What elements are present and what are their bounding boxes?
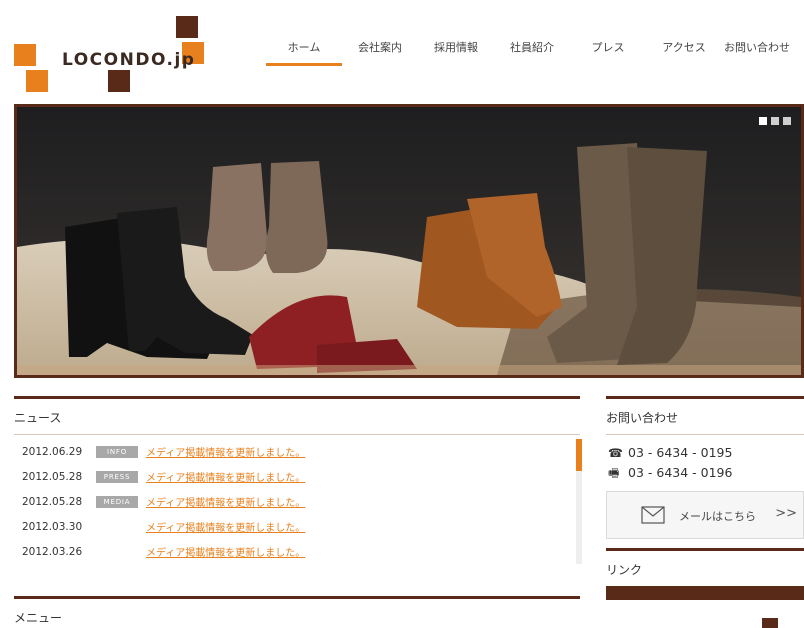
contact-section: お問い合わせ ☎ 03 - 6434 - 0195 🖷 03 - 6434 - … — [606, 396, 804, 539]
logo-square — [26, 70, 48, 92]
nav-item-home[interactable]: ホーム — [266, 38, 342, 68]
fax-line: 🖷 03 - 6434 - 0196 — [606, 463, 804, 483]
news-date: 2012.03.26 — [22, 545, 83, 558]
site-logo[interactable]: LOCONDO.jp — [14, 14, 214, 96]
menu-title: メニュー — [14, 611, 63, 625]
news-date: 2012.05.28 — [22, 470, 83, 483]
fax-number: 03 - 6434 - 0196 — [628, 465, 733, 480]
news-item: 2012.03.30 メディア掲載情報を更新しました。 — [14, 514, 574, 539]
news-link[interactable]: メディア掲載情報を更新しました。 — [146, 444, 305, 459]
news-date: 2012.03.30 — [22, 520, 83, 533]
news-item: 2012.03.26 メディア掲載情報を更新しました。 — [14, 539, 574, 564]
scroll-thumb[interactable] — [576, 439, 582, 471]
logo-text: LOCONDO.jp — [62, 50, 196, 70]
link-banner[interactable] — [606, 586, 804, 628]
news-date: 2012.06.29 — [22, 445, 83, 458]
phone-line: ☎ 03 - 6434 - 0195 — [606, 443, 804, 463]
nav-item-staff[interactable]: 社員紹介 — [494, 38, 570, 68]
header: LOCONDO.jp ホーム 会社案内 採用情報 社員紹介 プレス アクセス お… — [0, 0, 804, 100]
nav-item-access[interactable]: アクセス — [646, 38, 722, 68]
mail-icon — [641, 506, 665, 524]
phone-number: 03 - 6434 - 0195 — [628, 445, 733, 460]
news-title: ニュース — [14, 399, 580, 435]
news-item: 2012.05.28 PRESS メディア掲載情報を更新しました。 — [14, 464, 574, 489]
news-badge — [96, 546, 138, 558]
contact-title: お問い合わせ — [606, 399, 804, 435]
news-section: ニュース 2012.06.29 INFO メディア掲載情報を更新しました。 20… — [14, 396, 582, 567]
news-item: 2012.06.29 INFO メディア掲載情報を更新しました。 — [14, 439, 574, 464]
fax-icon: 🖷 — [608, 466, 620, 480]
news-date: 2012.05.28 — [22, 495, 83, 508]
banner-square — [762, 618, 778, 628]
slider-dots — [759, 117, 791, 125]
links-title: リンク — [606, 551, 804, 587]
nav-item-recruit[interactable]: 採用情報 — [418, 38, 494, 68]
slider-dot[interactable] — [759, 117, 767, 125]
news-badge — [96, 521, 138, 533]
menu-section: メニュー — [14, 596, 580, 628]
news-item: 2012.05.28 MEDIA メディア掲載情報を更新しました。 — [14, 489, 574, 514]
logo-square — [108, 70, 130, 92]
logo-square — [14, 44, 36, 66]
sidebar: お問い合わせ ☎ 03 - 6434 - 0195 🖷 03 - 6434 - … — [606, 396, 804, 628]
mail-label: メールはこちら — [679, 510, 756, 523]
chevron-right-icon: >> — [775, 506, 797, 521]
links-section: リンク — [606, 548, 804, 587]
hero-image — [17, 107, 801, 375]
phone-icon: ☎ — [608, 446, 623, 460]
news-badge: MEDIA — [96, 495, 138, 508]
news-link[interactable]: メディア掲載情報を更新しました。 — [146, 544, 305, 559]
nav-item-company[interactable]: 会社案内 — [342, 38, 418, 68]
hero-slider[interactable] — [14, 104, 804, 378]
news-link[interactable]: メディア掲載情報を更新しました。 — [146, 519, 305, 534]
nav-item-press[interactable]: プレス — [570, 38, 646, 68]
mail-button[interactable]: メールはこちら >> — [606, 491, 804, 539]
news-link[interactable]: メディア掲載情報を更新しました。 — [146, 494, 305, 509]
news-list: 2012.06.29 INFO メディア掲載情報を更新しました。 2012.05… — [14, 439, 582, 567]
slider-dot[interactable] — [771, 117, 779, 125]
news-badge: INFO — [96, 445, 138, 458]
logo-square — [176, 16, 198, 38]
main-nav: ホーム 会社案内 採用情報 社員紹介 プレス アクセス お問い合わせ — [266, 38, 792, 68]
news-badge: PRESS — [96, 470, 138, 483]
nav-item-contact[interactable]: お問い合わせ — [722, 38, 792, 68]
slider-dot[interactable] — [783, 117, 791, 125]
news-link[interactable]: メディア掲載情報を更新しました。 — [146, 469, 305, 484]
news-scrollbar[interactable] — [576, 439, 582, 564]
